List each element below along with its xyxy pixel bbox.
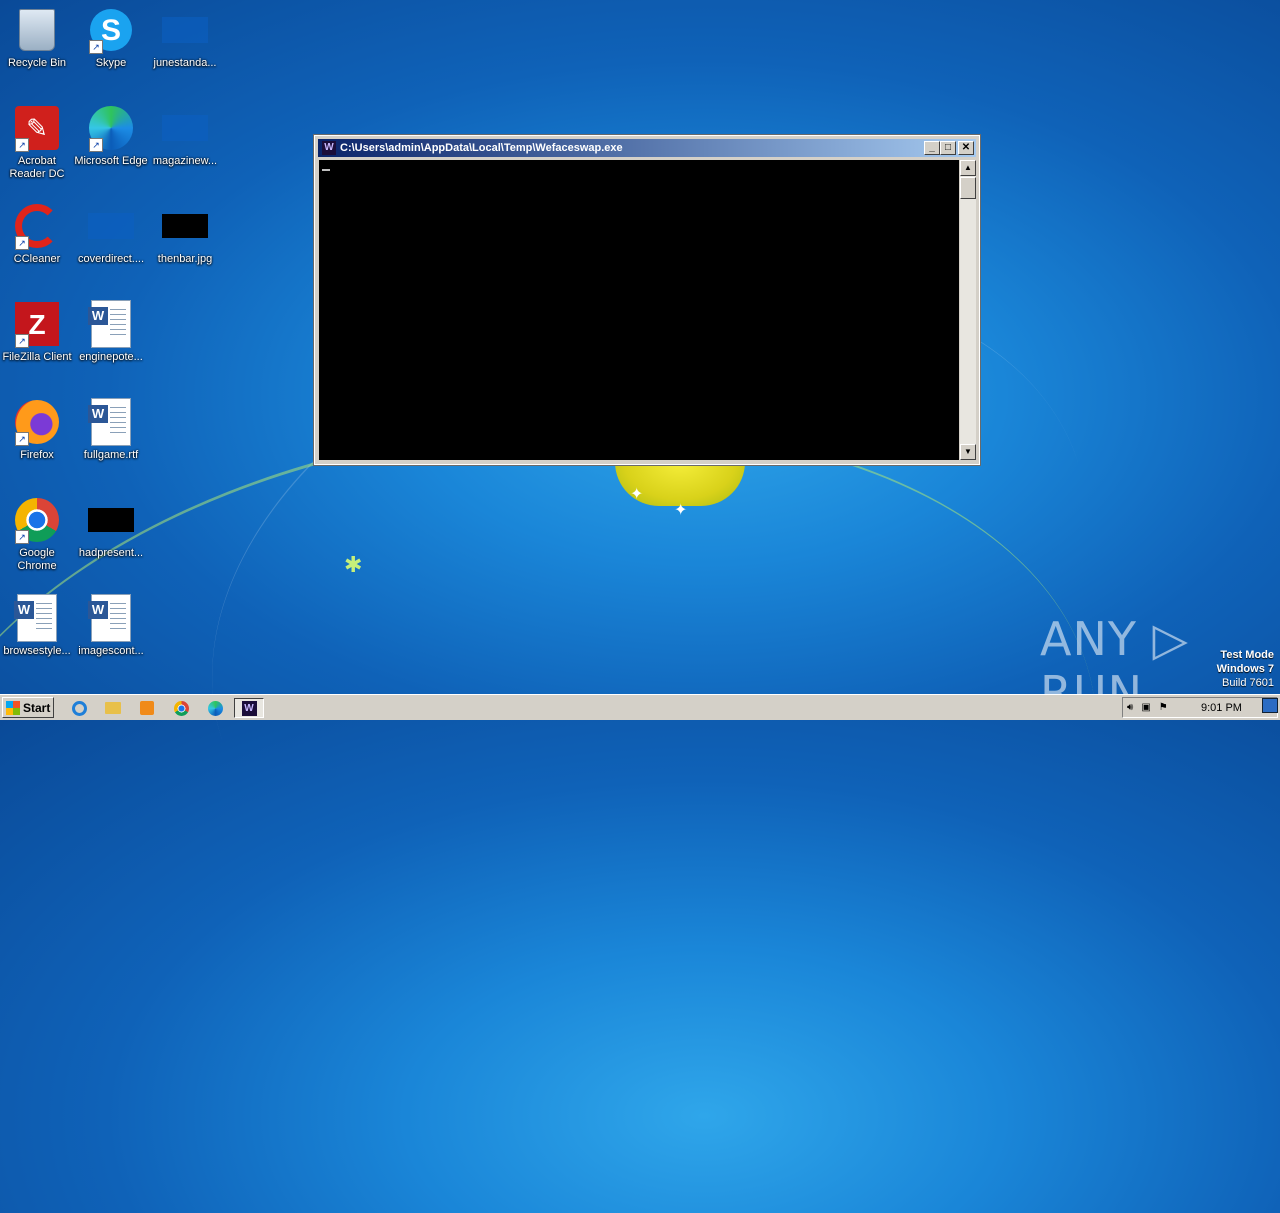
taskbar-explorer[interactable] bbox=[102, 698, 124, 718]
text-cursor bbox=[322, 169, 330, 171]
scroll-up-button[interactable]: ▲ bbox=[960, 160, 976, 176]
desktop-icon-coverdirect[interactable]: coverdirect.... bbox=[74, 202, 148, 266]
shortcut-arrow-icon: ↗ bbox=[15, 432, 29, 446]
shortcut-arrow-icon: ↗ bbox=[15, 334, 29, 348]
build-label: Build 7601 bbox=[1222, 677, 1274, 689]
shortcut-arrow-icon: ↗ bbox=[15, 138, 29, 152]
start-button[interactable]: Start bbox=[2, 697, 54, 718]
desktop-icon-skype[interactable]: S ↗ Skype bbox=[74, 6, 148, 70]
shortcut-arrow-icon: ↗ bbox=[89, 40, 103, 54]
shortcut-arrow-icon: ↗ bbox=[15, 236, 29, 250]
app-icon: W bbox=[241, 700, 257, 716]
word-document-icon: W bbox=[88, 398, 131, 446]
desktop-icon-browsestyle[interactable]: W browsestyle... bbox=[0, 594, 74, 658]
desktop-icon-edge[interactable]: ↗ Microsoft Edge bbox=[74, 104, 148, 168]
desktop-icon-fullgame[interactable]: W fullgame.rtf bbox=[74, 398, 148, 462]
word-document-icon: W bbox=[88, 594, 131, 642]
desktop-icon-junestanda[interactable]: junestanda... bbox=[148, 6, 222, 70]
desktop-icon-thenbar[interactable]: thenbar.jpg bbox=[148, 202, 222, 266]
internet-explorer-icon bbox=[71, 700, 87, 716]
desktop-icon-recycle-bin[interactable]: Recycle Bin bbox=[0, 6, 74, 70]
word-document-icon: W bbox=[14, 594, 57, 642]
scroll-down-button[interactable]: ▼ bbox=[960, 444, 976, 460]
file-thumbnail-icon bbox=[162, 17, 208, 43]
taskbar-internet-explorer[interactable] bbox=[68, 698, 90, 718]
taskbar-chrome[interactable] bbox=[170, 698, 192, 718]
system-tray: 🔊︎ ▣ ⚑ 9:01 PM bbox=[1122, 697, 1278, 718]
console-output[interactable] bbox=[319, 160, 959, 460]
sparkle-icon: ✱ bbox=[344, 552, 363, 577]
test-mode-label: Test Mode bbox=[1220, 649, 1274, 661]
test-mode-notice: Test Mode Windows 7 Build 7601 bbox=[1217, 648, 1274, 690]
window-controls: _ □ ✕ bbox=[924, 141, 974, 155]
sparkle-icon: ✦ bbox=[674, 502, 688, 519]
desktop-icon-imagescont[interactable]: W imagescont... bbox=[74, 594, 148, 658]
sparkle-icon: ✦ bbox=[630, 486, 644, 503]
chrome-icon bbox=[173, 700, 189, 716]
scroll-thumb[interactable] bbox=[960, 177, 976, 199]
folder-icon bbox=[105, 702, 121, 714]
desktop-icon-firefox[interactable]: ↗ Firefox bbox=[0, 398, 74, 462]
media-player-icon bbox=[140, 701, 154, 715]
minimize-button[interactable]: _ bbox=[924, 141, 940, 155]
vertical-scrollbar[interactable]: ▲ ▼ bbox=[960, 160, 976, 460]
windows-logo-icon bbox=[6, 700, 20, 715]
desktop-icon-acrobat[interactable]: ✎ ↗ Acrobat Reader DC bbox=[0, 104, 74, 181]
file-thumbnail-icon bbox=[88, 508, 134, 532]
edge-icon bbox=[207, 700, 223, 716]
close-button[interactable]: ✕ bbox=[958, 141, 974, 155]
start-label: Start bbox=[23, 700, 51, 715]
network-icon[interactable]: ▣ bbox=[1141, 702, 1150, 713]
app-icon: W bbox=[322, 141, 336, 155]
desktop-icon-magazinew[interactable]: magazinew... bbox=[148, 104, 222, 168]
shortcut-arrow-icon: ↗ bbox=[15, 530, 29, 544]
taskbar-wefaceswap[interactable]: W bbox=[234, 698, 264, 718]
action-center-flag-icon[interactable]: ⚑ bbox=[1159, 702, 1168, 713]
desktop-icon-chrome[interactable]: ↗ Google Chrome bbox=[0, 496, 74, 573]
desktop-icon-ccleaner[interactable]: ↗ CCleaner bbox=[0, 202, 74, 266]
desktop-icon-hadpresent[interactable]: hadpresent... bbox=[74, 496, 148, 560]
show-desktop-button[interactable] bbox=[1262, 698, 1278, 713]
shortcut-arrow-icon: ↗ bbox=[89, 138, 103, 152]
image-thumbnail-icon bbox=[162, 214, 208, 238]
file-thumbnail-icon bbox=[162, 115, 208, 141]
taskbar-edge[interactable] bbox=[204, 698, 226, 718]
desktop-icon-enginepote[interactable]: W enginepote... bbox=[74, 300, 148, 364]
file-thumbnail-icon bbox=[88, 213, 134, 239]
desktop-icon-filezilla[interactable]: Z ↗ FileZilla Client bbox=[0, 300, 74, 364]
taskbar: Start W 🔊︎ ▣ ⚑ 9:01 PM bbox=[0, 694, 1280, 720]
window-titlebar[interactable]: W C:\Users\admin\AppData\Local\Temp\Wefa… bbox=[318, 139, 976, 157]
clock[interactable]: 9:01 PM bbox=[1201, 702, 1242, 714]
taskbar-media-player[interactable] bbox=[136, 698, 158, 718]
recycle-bin-icon bbox=[19, 9, 55, 51]
os-label: Windows 7 bbox=[1216, 663, 1274, 675]
word-document-icon: W bbox=[88, 300, 131, 348]
speaker-icon[interactable]: 🔊︎ bbox=[1127, 702, 1133, 713]
console-window[interactable]: W C:\Users\admin\AppData\Local\Temp\Wefa… bbox=[314, 135, 980, 465]
maximize-button[interactable]: □ bbox=[940, 141, 956, 155]
window-title: C:\Users\admin\AppData\Local\Temp\Weface… bbox=[340, 142, 623, 154]
